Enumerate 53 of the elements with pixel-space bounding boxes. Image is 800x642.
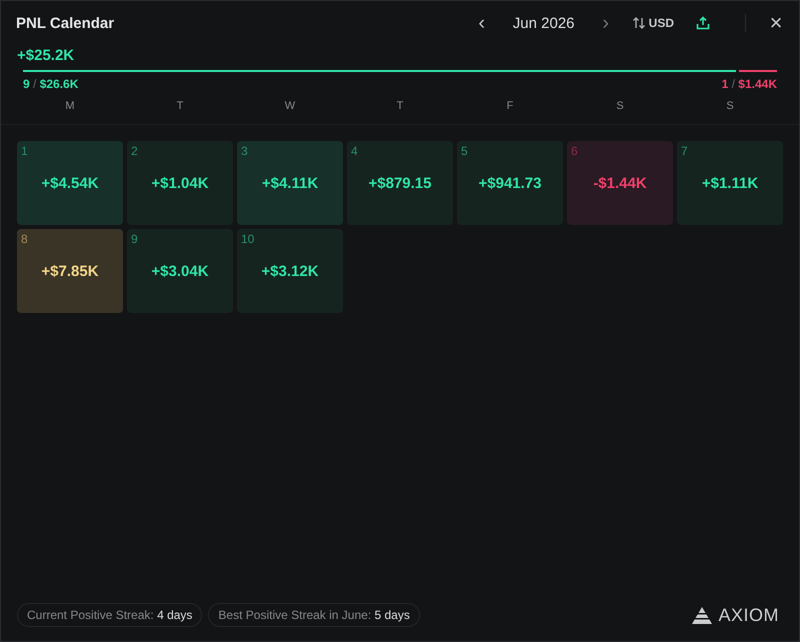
day-pnl: +$4.11K xyxy=(262,174,318,192)
loss-summary: 1 / $1.44K xyxy=(722,77,777,91)
day-number: 10 xyxy=(241,232,254,246)
weekday-label: W xyxy=(284,100,296,112)
window-title: PNL Calendar xyxy=(16,14,116,32)
day-number: 3 xyxy=(241,144,248,158)
day-pnl: +$879.15 xyxy=(368,174,432,192)
streak-chip: Best Positive Streak in June: 5 days xyxy=(208,603,420,627)
day-cell[interactable]: 7 +$1.11K xyxy=(677,141,783,225)
previous-month-button[interactable]: ‹ xyxy=(472,12,492,34)
day-cell[interactable]: 9 +$3.04K xyxy=(127,229,233,313)
next-month-button[interactable]: › xyxy=(596,12,616,34)
currency-toggle[interactable]: USD xyxy=(632,16,674,30)
win-summary: 9 / $26.6K xyxy=(23,77,78,91)
day-pnl: +$1.11K xyxy=(702,174,758,192)
weekday-label: F xyxy=(506,100,514,112)
day-number: 6 xyxy=(571,144,578,158)
day-pnl: -$1.44K xyxy=(593,174,647,192)
day-number: 7 xyxy=(681,144,688,158)
day-cell[interactable]: 5 +$941.73 xyxy=(457,141,563,225)
day-number: 4 xyxy=(351,144,358,158)
close-button[interactable]: × xyxy=(768,10,784,36)
day-pnl: +$7.85K xyxy=(41,262,99,280)
weekday-label: T xyxy=(396,100,404,112)
total-pnl: +$25.2K xyxy=(16,46,76,64)
streak-chip: Current Positive Streak: 4 days xyxy=(17,603,202,627)
day-cell[interactable]: 1 +$4.54K xyxy=(17,141,123,225)
day-number: 9 xyxy=(131,232,138,246)
day-number: 5 xyxy=(461,144,468,158)
day-pnl: +$3.04K xyxy=(151,262,209,280)
upload-icon xyxy=(696,16,710,30)
triangle-logo-icon xyxy=(692,606,712,624)
day-pnl: +$941.73 xyxy=(478,174,542,192)
day-pnl: +$3.12K xyxy=(261,262,319,280)
weekday-label: S xyxy=(725,100,735,112)
weekday-label: T xyxy=(176,100,184,112)
export-button[interactable] xyxy=(696,16,710,30)
month-label: Jun 2026 xyxy=(512,14,576,32)
day-cell[interactable]: 3 +$4.11K xyxy=(237,141,343,225)
day-number: 8 xyxy=(21,232,28,246)
swap-icon xyxy=(632,16,646,30)
day-cell[interactable]: 4 +$879.15 xyxy=(347,141,453,225)
day-number: 1 xyxy=(21,144,28,158)
day-cell[interactable]: 6 -$1.44K xyxy=(567,141,673,225)
day-cell[interactable]: 8 +$7.85K xyxy=(17,229,123,313)
weekday-label: M xyxy=(64,100,76,112)
day-cell[interactable]: 2 +$1.04K xyxy=(127,141,233,225)
day-pnl: +$1.04K xyxy=(151,174,209,192)
weekday-label: S xyxy=(615,100,625,112)
brand-name: AXIOM xyxy=(718,604,779,626)
day-pnl: +$4.54K xyxy=(41,174,99,192)
day-number: 2 xyxy=(131,144,138,158)
day-cell[interactable]: 10 +$3.12K xyxy=(237,229,343,313)
